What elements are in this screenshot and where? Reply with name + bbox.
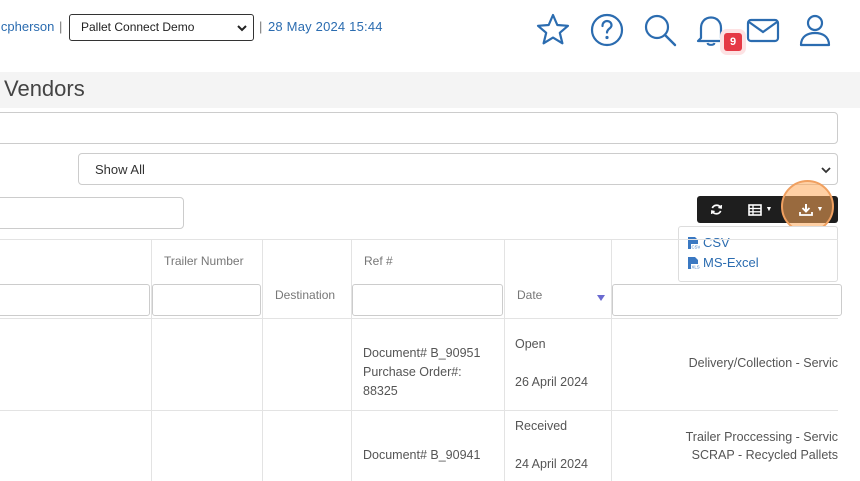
show-filter-select[interactable]: Show All	[78, 153, 838, 185]
title-bar: Vendors	[0, 72, 860, 108]
row-date: 26 April 2024	[515, 375, 588, 389]
user-icon[interactable]	[797, 12, 833, 48]
show-filter-value: Show All	[95, 162, 145, 177]
table-divider	[0, 410, 838, 411]
header-destination[interactable]: Destination	[275, 288, 335, 302]
column-divider	[262, 239, 263, 481]
column-divider	[351, 239, 352, 481]
ref-document: Document# B_90951	[363, 346, 481, 360]
row-service: Trailer Proccessing - Servic	[685, 430, 838, 444]
search-filter-input[interactable]	[0, 112, 838, 144]
company-select[interactable]: Pallet Connect Demo	[69, 14, 254, 41]
table-divider	[0, 318, 838, 319]
chevron-down-icon	[237, 25, 247, 32]
download-icon	[798, 204, 813, 216]
top-header: lcpherson | Pallet Connect Demo | 28 May…	[0, 0, 860, 72]
star-icon[interactable]	[535, 12, 571, 48]
table-row-1-ref: Document# B_90951 Purchase Order#: 88325	[363, 344, 480, 401]
header-separator: |	[59, 19, 63, 34]
caret-down-icon: ▼	[816, 206, 824, 213]
row-service: Delivery/Collection - Servic	[688, 356, 838, 370]
columns-button[interactable]: ▼	[741, 196, 779, 223]
ref-po-value: 88325	[363, 384, 398, 398]
refresh-icon	[710, 204, 722, 215]
caret-down-icon: ▼	[765, 206, 773, 213]
chevron-down-icon	[821, 167, 831, 174]
header-ref[interactable]: Ref #	[364, 254, 393, 268]
current-datetime: 28 May 2024 15:44	[268, 19, 383, 34]
service-filter-input[interactable]	[612, 284, 842, 316]
notification-badge[interactable]: 9	[724, 33, 742, 51]
row-service-secondary: SCRAP - Recycled Pallets	[691, 448, 838, 462]
ref-po-label: Purchase Order#:	[363, 365, 462, 379]
user-name-link[interactable]: lcpherson	[0, 19, 54, 34]
column-filter-input[interactable]	[0, 284, 150, 316]
ref-filter-input[interactable]	[352, 284, 503, 316]
row-status: Received	[515, 419, 568, 433]
secondary-filter-input[interactable]	[0, 197, 184, 229]
header-trailer-number[interactable]: Trailer Number	[164, 254, 244, 268]
header-date[interactable]: Date	[517, 288, 542, 302]
search-icon[interactable]	[642, 12, 678, 48]
header-separator: |	[259, 19, 263, 34]
table-divider	[0, 239, 838, 240]
page-title: Vendors	[4, 76, 85, 101]
mail-icon[interactable]	[745, 12, 781, 48]
row-status: Open	[515, 337, 546, 351]
company-select-value: Pallet Connect Demo	[81, 20, 195, 34]
row-date: 24 April 2024	[515, 457, 588, 471]
refresh-button[interactable]	[705, 196, 727, 223]
columns-icon	[747, 203, 762, 216]
ref-document: Document# B_90941	[363, 448, 481, 462]
column-divider	[151, 239, 152, 481]
help-icon[interactable]	[589, 12, 625, 48]
download-button[interactable]: ▼	[792, 196, 830, 223]
sort-down-icon[interactable]	[597, 294, 605, 302]
column-divider	[611, 239, 612, 481]
column-divider	[504, 239, 505, 481]
trailer-number-filter-input[interactable]	[152, 284, 261, 316]
